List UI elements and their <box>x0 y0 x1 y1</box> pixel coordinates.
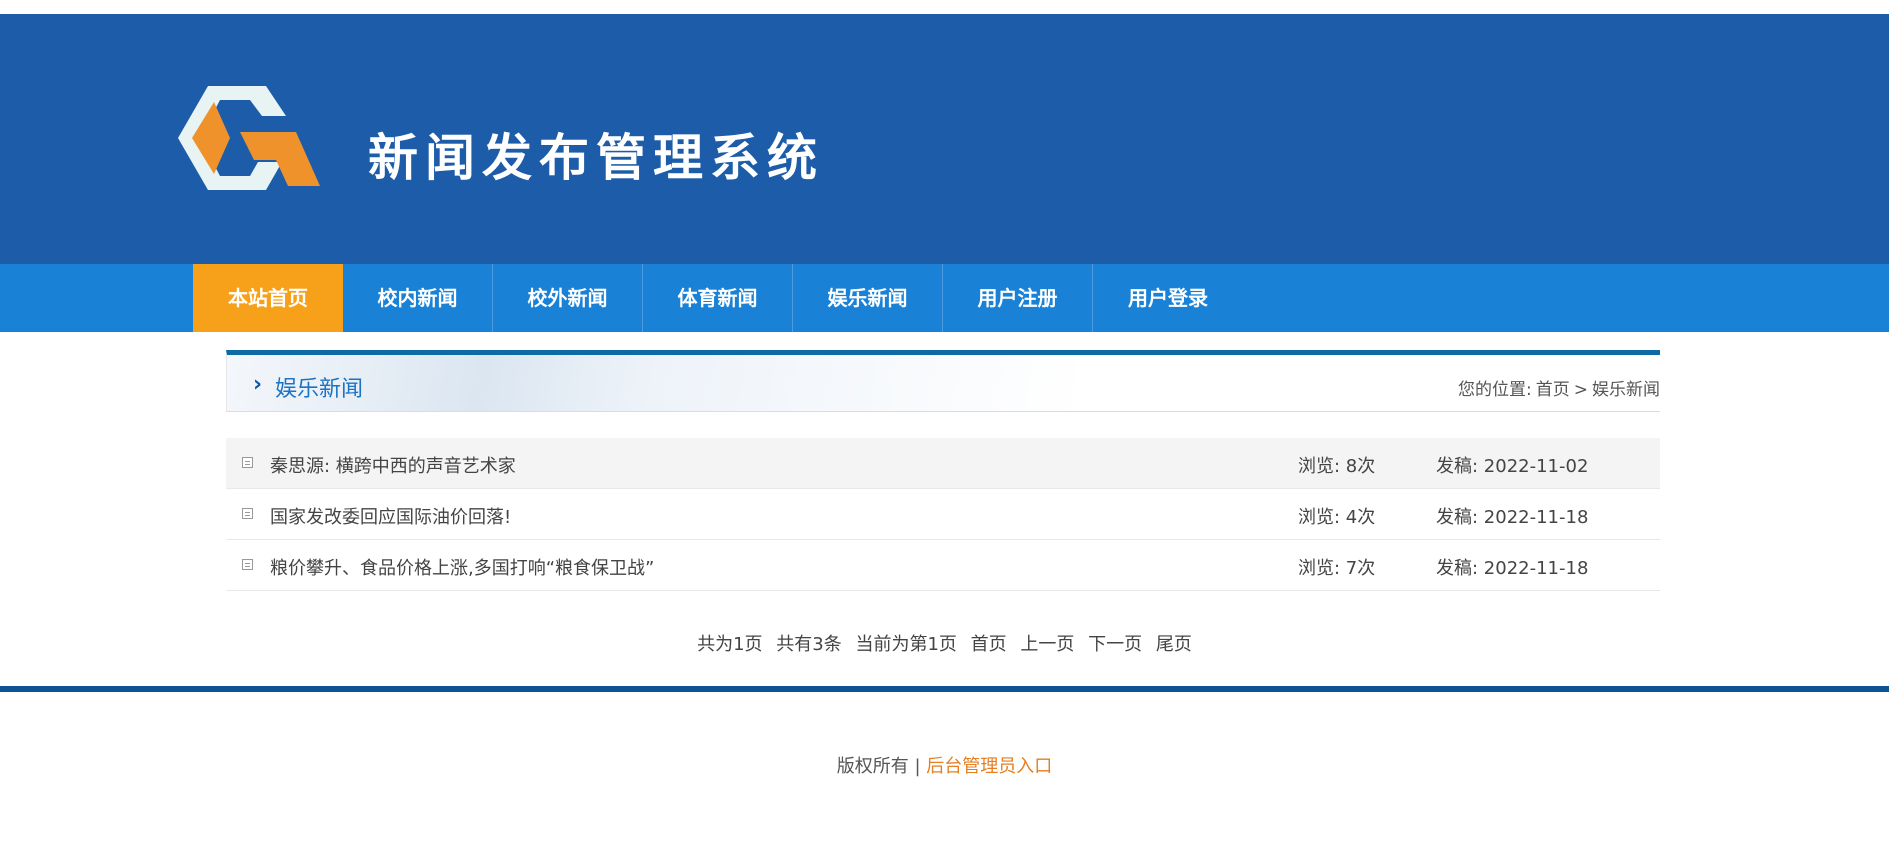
nav-item-campus-news[interactable]: 校内新闻 <box>343 264 493 332</box>
pager-last-link[interactable]: 尾页 <box>1156 634 1192 655</box>
news-date: 发稿: 2022-11-18 <box>1436 558 1589 579</box>
news-views: 浏览: 8次 <box>1298 456 1376 477</box>
breadcrumb-prefix: 您的位置: <box>1458 380 1532 400</box>
news-list: 秦思源: 横跨中西的声音艺术家 浏览: 8次 发稿: 2022-11-02 国家… <box>226 438 1660 591</box>
news-title-link[interactable]: 粮价攀升、食品价格上涨,多国打响“粮食保卫战” <box>270 554 654 580</box>
top-strip <box>0 0 1889 14</box>
nav-item-login[interactable]: 用户登录 <box>1093 264 1243 332</box>
document-icon <box>242 559 253 570</box>
nav-item-register[interactable]: 用户注册 <box>943 264 1093 332</box>
breadcrumb-current: 娱乐新闻 <box>1592 380 1660 400</box>
section-header: › 娱乐新闻 您的位置: 首页 > 娱乐新闻 <box>226 350 1660 412</box>
nav-item-sports-news[interactable]: 体育新闻 <box>643 264 793 332</box>
news-row: 粮价攀升、食品价格上涨,多国打响“粮食保卫战” 浏览: 7次 发稿: 2022-… <box>226 540 1660 591</box>
breadcrumb-home[interactable]: 首页 <box>1536 380 1570 400</box>
site-header: 新闻发布管理系统 <box>0 14 1889 264</box>
news-date: 发稿: 2022-11-18 <box>1436 507 1589 528</box>
footer-separator: | <box>914 756 921 777</box>
document-icon <box>242 508 253 519</box>
pager-first-link[interactable]: 首页 <box>971 634 1007 655</box>
pager-total-pages: 共为1页 <box>697 634 763 655</box>
pager-current-page: 当前为第1页 <box>855 634 957 655</box>
admin-entry-link[interactable]: 后台管理员入口 <box>926 756 1052 777</box>
main-nav: 本站首页 校内新闻 校外新闻 体育新闻 娱乐新闻 用户注册 用户登录 <box>0 264 1889 332</box>
news-views: 浏览: 7次 <box>1298 558 1376 579</box>
breadcrumb: 您的位置: 首页 > 娱乐新闻 <box>1454 375 1660 400</box>
site-title: 新闻发布管理系统 <box>368 129 824 187</box>
section-title: 娱乐新闻 <box>275 377 364 402</box>
news-title-link[interactable]: 国家发改委回应国际油价回落! <box>270 503 511 529</box>
nav-list: 本站首页 校内新闻 校外新闻 体育新闻 娱乐新闻 用户注册 用户登录 <box>193 264 1243 332</box>
document-icon <box>242 457 253 468</box>
copyright-text: 版权所有 <box>836 756 909 777</box>
pagination: 共为1页 共有3条 当前为第1页 首页 上一页 下一页 尾页 <box>0 630 1889 656</box>
news-row: 国家发改委回应国际油价回落! 浏览: 4次 发稿: 2022-11-18 <box>226 489 1660 540</box>
chevron-right-icon: › <box>253 372 263 397</box>
nav-item-home[interactable]: 本站首页 <box>193 264 343 332</box>
breadcrumb-separator: > <box>1573 380 1588 400</box>
pager-next-link[interactable]: 下一页 <box>1088 634 1142 655</box>
news-date: 发稿: 2022-11-02 <box>1436 456 1589 477</box>
footer: 版权所有 | 后台管理员入口 <box>0 752 1889 778</box>
news-row: 秦思源: 横跨中西的声音艺术家 浏览: 8次 发稿: 2022-11-02 <box>226 438 1660 489</box>
pager-prev-link[interactable]: 上一页 <box>1020 634 1074 655</box>
nav-item-external-news[interactable]: 校外新闻 <box>493 264 643 332</box>
news-views: 浏览: 4次 <box>1298 507 1376 528</box>
news-title-link[interactable]: 秦思源: 横跨中西的声音艺术家 <box>270 452 516 478</box>
logo-icon <box>178 86 320 190</box>
pager-total-items: 共有3条 <box>776 634 842 655</box>
nav-item-entertainment-news[interactable]: 娱乐新闻 <box>793 264 943 332</box>
footer-divider <box>0 686 1889 692</box>
